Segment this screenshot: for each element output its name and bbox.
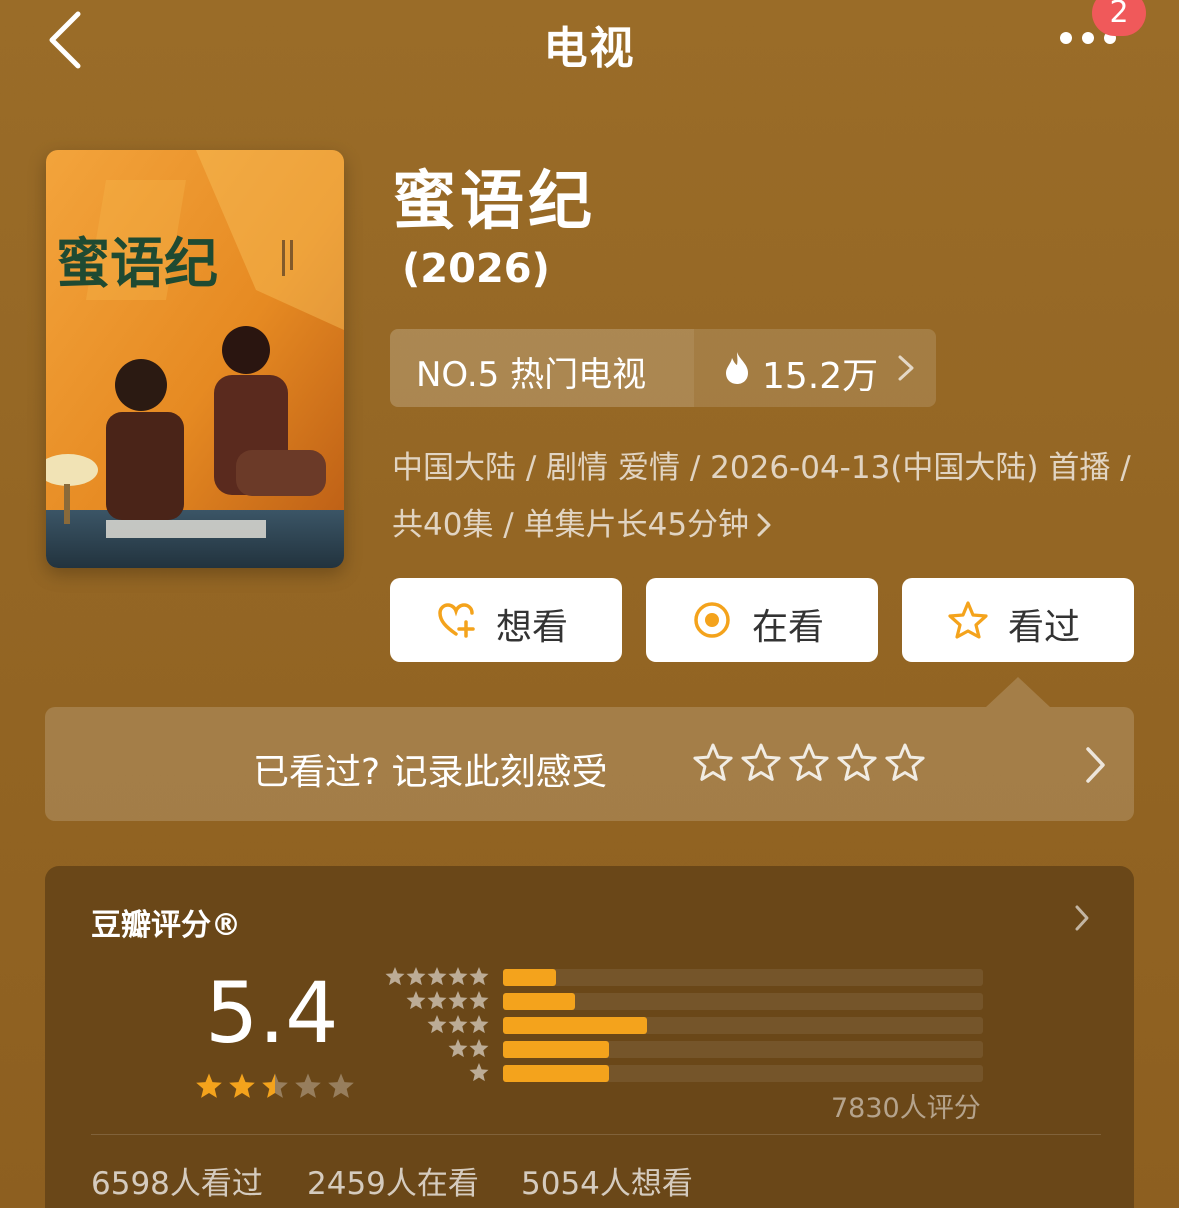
rank-section[interactable]: NO.5 热门电视 <box>390 329 694 407</box>
distribution-bar-2-star <box>503 1041 609 1058</box>
divider <box>91 1134 1101 1135</box>
flame-icon <box>726 352 748 384</box>
poster-image[interactable]: 蜜语纪 <box>46 150 344 568</box>
star-outline-icon <box>948 601 988 639</box>
distribution-star-icon <box>448 991 468 1010</box>
distribution-bar-track <box>503 1065 983 1082</box>
page-title: 电视 <box>543 23 636 74</box>
distribution-star-icon <box>448 1039 468 1058</box>
distribution-star-labels <box>385 967 489 1082</box>
distribution-star-icon <box>469 1039 489 1058</box>
distribution-bar-track <box>503 1041 983 1058</box>
chevron-right-icon <box>1086 747 1105 783</box>
score-star-icon <box>328 1073 354 1098</box>
want-count[interactable]: 5054人想看 <box>521 1158 693 1203</box>
distribution-bar-3-star <box>503 1017 647 1034</box>
distribution-star-icon <box>385 967 405 986</box>
chevron-right-icon <box>1075 905 1089 931</box>
watching-count[interactable]: 2459人在看 <box>307 1158 479 1203</box>
rating-count: 7830人评分 <box>831 1093 981 1124</box>
score-stars <box>196 1073 354 1098</box>
distribution-star-icon <box>469 991 489 1010</box>
distribution-star-icon <box>406 967 426 986</box>
poster-art: 蜜语纪 <box>46 150 344 568</box>
score-star-icon <box>295 1073 321 1098</box>
want-label: 想看 <box>496 607 569 648</box>
rating-stars-input[interactable] <box>691 741 931 785</box>
heart-plus-icon <box>438 603 475 638</box>
rank-heat-chip[interactable]: NO.5 热门电视 15.2万 <box>390 329 936 407</box>
distribution-bar-track <box>503 993 983 1010</box>
distribution-star-icon <box>469 1063 489 1082</box>
distribution-bar-4-star <box>503 993 575 1010</box>
score-star-icon <box>262 1073 288 1098</box>
want-to-watch-button[interactable]: 想看 <box>390 578 622 662</box>
distribution-bar-1-star <box>503 1065 609 1082</box>
douban-rating-panel[interactable]: 豆瓣评分® 5.4 7830人评分 6598人看过 2459人在看 5054人想… <box>45 866 1134 1208</box>
rating-score: 5.4 <box>205 964 339 1062</box>
watched-button[interactable]: 看过 <box>902 578 1134 662</box>
distribution-star-icon <box>448 967 468 986</box>
show-title: 蜜语纪 <box>392 165 596 239</box>
distribution-star-icon <box>469 1015 489 1034</box>
chevron-right-icon <box>898 355 914 381</box>
record-prompt: 已看过? 记录此刻感受 <box>253 752 608 793</box>
distribution-bar-track <box>503 969 983 986</box>
distribution-star-icon <box>427 967 447 986</box>
distribution-star-icon <box>406 991 426 1010</box>
distribution-star-icon <box>469 967 489 986</box>
watching-button[interactable]: 在看 <box>646 578 878 662</box>
watched-label: 看过 <box>1008 607 1081 648</box>
star-outline-icon[interactable] <box>789 743 829 781</box>
watching-label: 在看 <box>752 607 825 648</box>
chevron-right-icon <box>757 513 771 537</box>
distribution-star-icon <box>427 991 447 1010</box>
poster-title: 蜜语纪 <box>56 231 218 295</box>
distribution-bar-5-star <box>503 969 556 986</box>
show-meta[interactable]: 中国大陆 / 剧情 爱情 / 2026-04-13(中国大陆) 首播 / 共40… <box>392 440 1132 554</box>
record-pointer <box>986 677 1050 707</box>
watched-count[interactable]: 6598人看过 <box>91 1158 263 1203</box>
distribution-bar-track <box>503 1017 983 1034</box>
distribution-star-icon <box>448 1015 468 1034</box>
rating-title: 豆瓣评分® <box>91 908 241 943</box>
score-star-icon <box>196 1073 222 1098</box>
target-icon <box>694 602 730 638</box>
distribution-star-icon <box>427 1015 447 1034</box>
record-feeling-box[interactable]: 已看过? 记录此刻感受 <box>45 707 1134 821</box>
score-star-icon <box>229 1073 255 1098</box>
rating-distribution <box>503 966 983 1086</box>
rank-label: NO.5 热门电视 <box>416 355 647 395</box>
top-nav-bar: 电视 2 <box>0 0 1179 80</box>
star-outline-icon[interactable] <box>741 743 781 781</box>
star-outline-icon[interactable] <box>885 743 925 781</box>
star-outline-icon[interactable] <box>837 743 877 781</box>
star-outline-icon[interactable] <box>693 743 733 781</box>
heat-value: 15.2万 <box>762 356 879 397</box>
show-year: (2026) <box>402 246 550 292</box>
